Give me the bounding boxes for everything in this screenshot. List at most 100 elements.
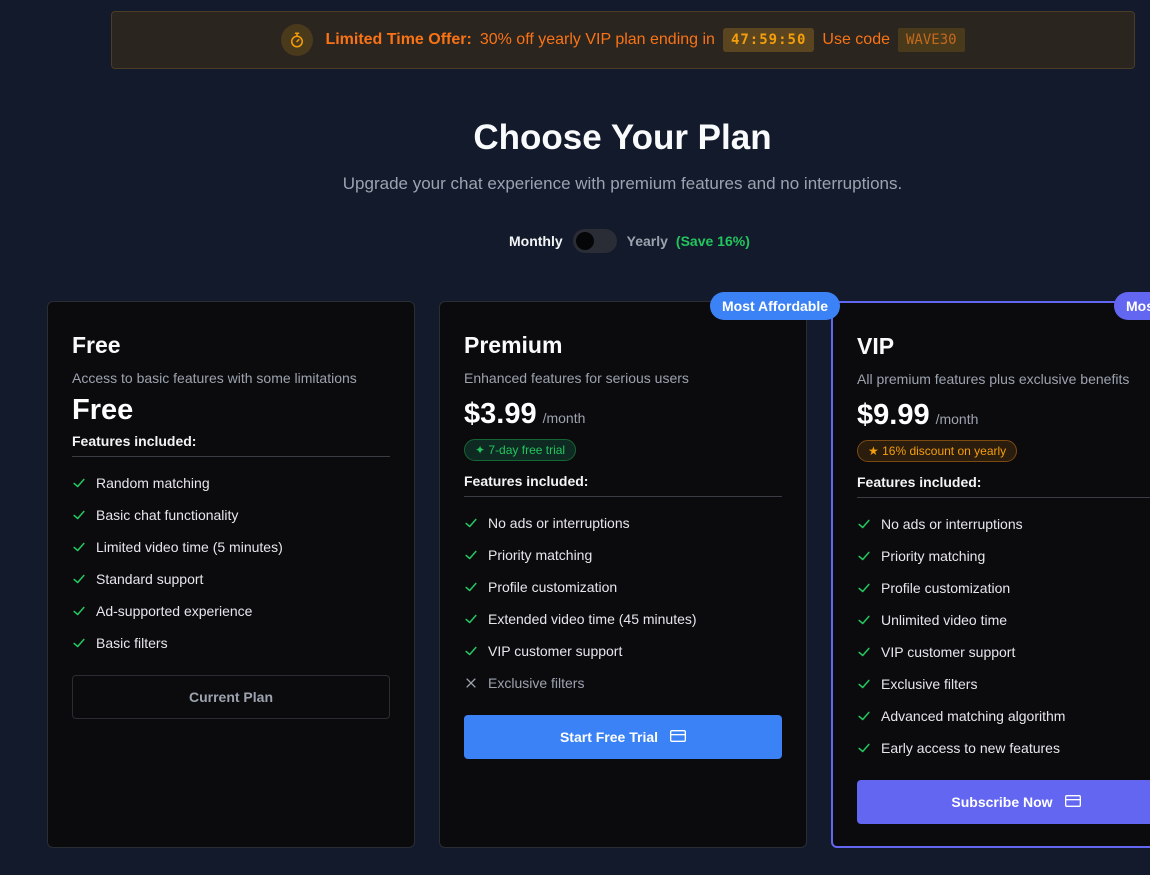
promo-code: WAVE30 [897,28,965,52]
subscribe-now-label: Subscribe Now [951,794,1053,810]
feature-label: VIP customer support [488,643,623,659]
feature-item: Extended video time (45 minutes) [464,603,782,635]
page-subtitle: Upgrade your chat experience with premiu… [342,174,903,193]
feature-label: No ads or interruptions [881,516,1023,532]
feature-label: Ad-supported experience [96,603,253,619]
feature-item: Profile customization [464,571,782,603]
features-heading: Features included: [72,433,390,457]
feature-item: Exclusive filters [857,668,1150,700]
feature-label: Early access to new features [881,740,1060,756]
check-icon [464,580,478,594]
most-popular-badge: Mos [1114,292,1150,320]
feature-item: No ads or interruptions [857,508,1150,540]
check-icon [72,604,86,618]
use-code-label: Use code [822,31,890,48]
free-trial-badge: ✦ 7-day free trial [464,439,577,461]
feature-item: No ads or interruptions [464,507,782,539]
features-heading: Features included: [857,474,1150,498]
feature-item: Standard support [72,563,390,595]
billing-cycle-toggle[interactable] [572,229,617,253]
feature-label: Limited video time (5 minutes) [96,539,283,555]
feature-label: Random matching [96,475,210,491]
feature-item: Unlimited video time [857,604,1150,636]
check-icon [464,548,478,562]
plan-description: All premium features plus exclusive bene… [857,371,1130,387]
feature-list: Random matching Basic chat functionality L… [72,467,390,659]
plan-card-vip: VIP All premium features plus exclusive … [831,301,1150,848]
feature-label: Priority matching [881,548,986,564]
feature-item-excluded: Exclusive filters [464,667,782,699]
plan-price: $9.99 [857,399,930,431]
plan-price: $3.99 [464,398,537,430]
feature-item: Profile customization [857,572,1150,604]
current-plan-label: Current Plan [188,689,273,705]
check-icon [857,613,871,627]
check-icon [857,709,871,723]
check-icon [464,516,478,530]
feature-item: Priority matching [857,540,1150,572]
yearly-savings-label: (Save 16%) [675,233,750,249]
price-period: /month [542,410,586,426]
feature-list: No ads or interruptions Priority matching… [857,508,1150,764]
check-icon [857,677,871,691]
offer-lead: Limited Time Offer: [325,31,472,48]
check-icon [464,612,478,626]
plan-name: VIP [857,333,895,359]
features-heading: Features included: [464,473,782,497]
check-icon [857,741,871,755]
feature-label: Profile customization [881,580,1011,596]
feature-item: Early access to new features [857,732,1150,764]
subscribe-now-button[interactable]: Subscribe Now [857,780,1150,824]
yearly-discount-badge: ★ 16% discount on yearly [857,440,1018,462]
plan-price: Free [72,394,134,426]
feature-item: Basic chat functionality [72,499,390,531]
feature-label: No ads or interruptions [488,515,630,531]
feature-label: Exclusive filters [488,675,585,691]
billing-monthly-label[interactable]: Monthly [509,233,563,249]
check-icon [72,540,86,554]
plan-card-free: Free Access to basic features with some … [47,301,415,848]
start-free-trial-label: Start Free Trial [559,729,659,745]
check-icon [857,645,871,659]
feature-label: Standard support [96,571,204,587]
most-affordable-badge: Most Affordable [710,292,841,320]
check-icon [72,508,86,522]
feature-item: Basic filters [72,627,390,659]
feature-item: Limited video time (5 minutes) [72,531,390,563]
page-title: Choose Your Plan [473,118,772,157]
pricing-page: Limited Time Offer: 30% off yearly VIP p… [0,0,1150,875]
feature-item: Ad-supported experience [72,595,390,627]
plan-name: Premium [464,332,563,358]
check-icon [464,644,478,658]
offer-countdown: 47:59:50 [722,28,815,52]
feature-item: Advanced matching algorithm [857,700,1150,732]
plan-description: Access to basic features with some limit… [72,370,357,386]
check-icon [72,476,86,490]
price-period: /month [935,411,979,427]
stopwatch-icon [281,24,314,56]
check-icon [72,636,86,650]
check-icon [857,581,871,595]
feature-list: No ads or interruptions Priority matching… [464,507,782,699]
plan-name: Free [72,332,121,358]
feature-item: Random matching [72,467,390,499]
feature-label: Basic filters [96,635,168,651]
feature-label: Profile customization [488,579,618,595]
plan-card-premium: Premium Enhanced features for serious us… [439,301,807,848]
billing-yearly-label[interactable]: Yearly [627,233,668,249]
plan-description: Enhanced features for serious users [464,370,689,386]
credit-card-icon [1064,794,1081,811]
limited-offer-banner: Limited Time Offer: 30% off yearly VIP p… [111,11,1135,69]
feature-label: VIP customer support [881,644,1016,660]
credit-card-icon [670,729,687,746]
feature-label: Priority matching [488,547,593,563]
billing-cycle-toggle-group: Monthly Yearly (Save 16%) [509,228,750,254]
feature-item: VIP customer support [857,636,1150,668]
check-icon [857,517,871,531]
current-plan-button[interactable]: Current Plan [72,675,390,719]
feature-label: Extended video time (45 minutes) [488,611,697,627]
feature-item: Priority matching [464,539,782,571]
yearly-discount-badge-label: ★ 16% discount on yearly [868,444,1007,458]
start-free-trial-button[interactable]: Start Free Trial [464,715,782,759]
toggle-knob [575,232,594,250]
